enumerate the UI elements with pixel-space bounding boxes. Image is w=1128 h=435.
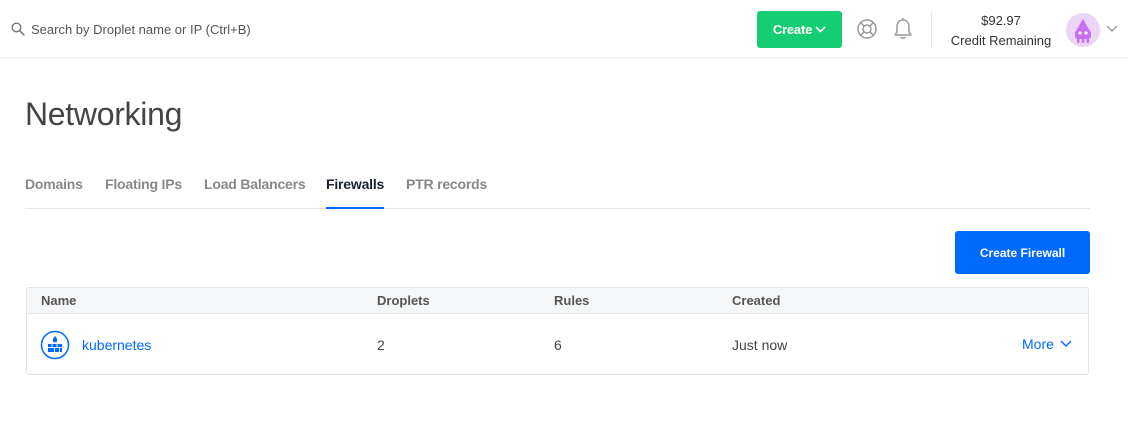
tab-floating-ips[interactable]: Floating IPs: [105, 176, 182, 209]
chevron-down-icon: [815, 26, 826, 33]
search-icon: [11, 22, 25, 36]
tab-ptr-records[interactable]: PTR records: [406, 176, 487, 209]
tab-domains[interactable]: Domains: [25, 176, 83, 209]
table-row: kubernetes 2 6 Just now More: [27, 315, 1088, 375]
credit-remaining: $92.97 Credit Remaining: [940, 11, 1062, 51]
column-header-rules: Rules: [554, 293, 590, 308]
create-dropdown-button[interactable]: Create: [757, 11, 842, 48]
firewall-name-link[interactable]: kubernetes: [82, 337, 151, 353]
search-bar[interactable]: [11, 19, 351, 39]
firewall-icon: [40, 330, 70, 360]
bell-icon[interactable]: [892, 17, 914, 41]
column-header-created: Created: [732, 293, 781, 308]
column-header-droplets: Droplets: [377, 293, 430, 308]
navbar-divider: [931, 12, 932, 47]
more-dropdown-button[interactable]: More: [1022, 336, 1072, 352]
droplets-count: 2: [377, 337, 385, 353]
tab-load-balancers[interactable]: Load Balancers: [204, 176, 306, 209]
created-time: Just now: [732, 337, 788, 353]
rules-count: 6: [554, 337, 562, 353]
sammy-avatar-icon: [1066, 13, 1100, 47]
tab-firewalls[interactable]: Firewalls: [326, 176, 384, 209]
credit-amount: $92.97: [981, 13, 1021, 28]
column-header-name: Name: [41, 293, 77, 308]
credit-label: Credit Remaining: [950, 33, 1052, 48]
top-navbar: Create $92.97 Credit Remaining: [0, 0, 1128, 58]
create-button-label: Create: [772, 22, 813, 37]
chevron-down-icon: [1060, 340, 1072, 347]
networking-tabs: Domains Floating IPs Load Balancers Fire…: [25, 176, 1090, 209]
user-avatar[interactable]: [1066, 13, 1100, 47]
page-title: Networking: [25, 96, 183, 132]
lifebuoy-icon[interactable]: [856, 18, 878, 40]
firewalls-table: Name Droplets Rules Created kubernetes 2…: [26, 287, 1089, 375]
more-label: More: [1022, 336, 1054, 352]
table-header: Name Droplets Rules Created: [27, 288, 1088, 314]
search-input[interactable]: [31, 21, 351, 37]
chevron-down-icon[interactable]: [1106, 25, 1118, 33]
create-firewall-button[interactable]: Create Firewall: [955, 231, 1090, 274]
